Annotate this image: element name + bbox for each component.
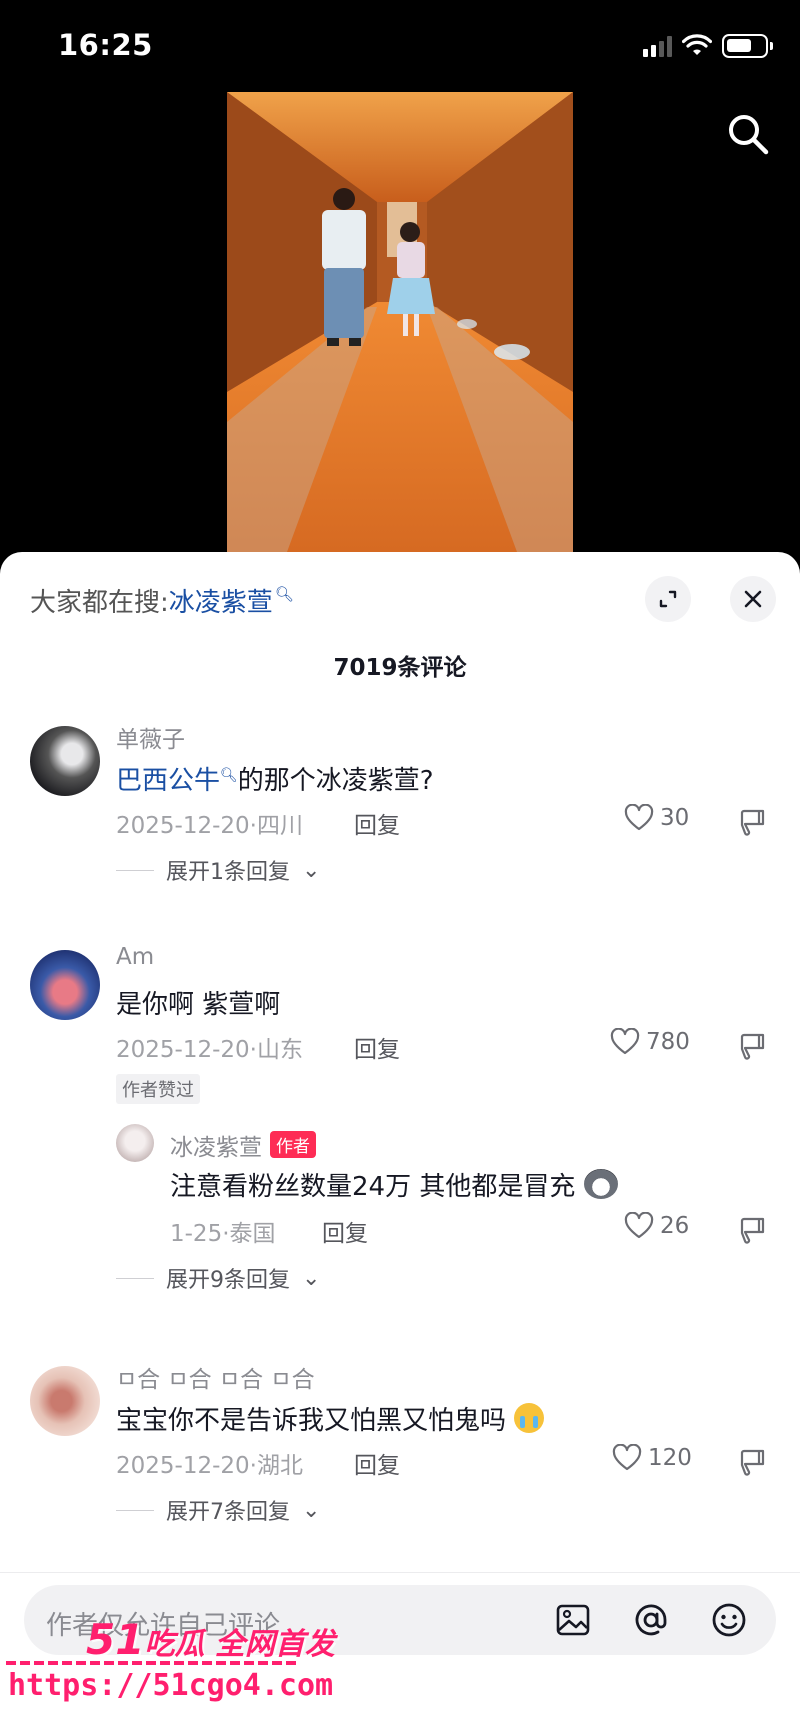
mention-search-icon: 🔍︎ [220, 767, 238, 784]
watermark-divider [6, 1661, 296, 1665]
reply-text-body: 注意看粉丝数量24万 其他都是冒充 [170, 1172, 576, 1202]
chevron-down-icon: ⌄ [302, 1497, 321, 1523]
battery-icon [722, 34, 773, 58]
like-count: 30 [660, 805, 690, 831]
chevron-down-icon: ⌄ [302, 857, 321, 883]
video-frame-image [227, 92, 573, 552]
husky-emoji-icon [583, 1169, 618, 1199]
watermark-logo-text: 吃瓜 全网首发 [144, 1627, 335, 1662]
avatar[interactable] [30, 726, 100, 796]
reply-button[interactable]: 回复 [354, 1030, 400, 1064]
comment-meta: 2025-12-20·山东 [116, 1037, 303, 1063]
comment-meta: 2025-12-20·四川 [116, 813, 303, 839]
like-count: 26 [660, 1213, 690, 1239]
expand-replies-label: 展开9条回复 [166, 1268, 290, 1293]
avatar[interactable] [30, 950, 100, 1020]
watermark-logo: 51吃瓜 全网首发 [86, 1615, 335, 1664]
dislike-icon[interactable] [738, 1032, 766, 1060]
comment-text-body: 宝宝你不是告诉我又怕黑又怕鬼吗 [116, 1406, 507, 1436]
divider [0, 1572, 800, 1573]
reply-avatar[interactable] [116, 1124, 154, 1162]
heart-icon [610, 1028, 640, 1055]
comment-text[interactable]: 宝宝你不是告诉我又怕黑又怕鬼吗 [116, 1400, 545, 1437]
expand-replies-label: 展开7条回复 [166, 1500, 290, 1525]
close-button[interactable] [730, 576, 776, 622]
reply-button[interactable]: 回复 [354, 1446, 400, 1480]
video-player[interactable] [227, 92, 573, 552]
comment-username[interactable]: Am [116, 944, 154, 970]
dislike-icon[interactable] [738, 808, 766, 836]
comment-meta: 2025-12-20·湖北 [116, 1453, 303, 1479]
chevron-down-icon: ⌄ [302, 1265, 321, 1291]
like-button[interactable]: 26 [624, 1212, 689, 1240]
image-icon[interactable] [554, 1601, 592, 1639]
reply-username[interactable]: 冰凌紫萱 作者 [170, 1128, 316, 1162]
like-button[interactable]: 30 [624, 804, 689, 832]
trending-search[interactable]: 大家都在搜: 冰凌紫萱 🔍︎ [30, 582, 294, 619]
expand-replies-button[interactable]: 展开1条回复 ⌄ [116, 854, 320, 886]
comment-username[interactable]: ㅁ合 ㅁ合 ㅁ合 ㅁ合 [116, 1360, 315, 1394]
trending-label: 大家都在搜: [30, 588, 169, 618]
comment-text-body: 的那个冰凌紫萱? [237, 766, 434, 796]
heart-icon [612, 1444, 642, 1471]
like-button[interactable]: 780 [610, 1028, 690, 1056]
like-button[interactable]: 120 [612, 1444, 692, 1472]
signal-icon [643, 35, 672, 57]
reply-text[interactable]: 注意看粉丝数量24万 其他都是冒充 [170, 1166, 618, 1203]
emoji-icon[interactable] [710, 1601, 748, 1639]
comment-text[interactable]: 巴西公牛🔍︎的那个冰凌紫萱? [116, 760, 434, 797]
like-count: 120 [648, 1445, 692, 1471]
watermark-url: https://51cgo4.com [8, 1668, 334, 1703]
heart-icon [624, 1212, 654, 1239]
dislike-icon[interactable] [738, 1448, 766, 1476]
expand-replies-button[interactable]: 展开9条回复 ⌄ [116, 1262, 320, 1294]
wifi-icon [682, 34, 712, 55]
status-bar: 16:25 [0, 0, 800, 90]
watermark-logo-number: 51 [86, 1615, 145, 1664]
reply-button[interactable]: 回复 [322, 1214, 368, 1248]
like-count: 780 [646, 1029, 690, 1055]
heart-icon [624, 804, 654, 831]
at-icon[interactable] [632, 1601, 670, 1639]
author-liked-badge: 作者赞过 [116, 1074, 200, 1104]
comment-username[interactable]: 单薇子 [116, 720, 185, 754]
close-icon [744, 590, 762, 608]
reply-meta: 1-25·泰国 [170, 1221, 276, 1247]
crying-emoji-icon [514, 1403, 545, 1433]
author-tag: 作者 [270, 1131, 316, 1158]
expand-replies-label: 展开1条回复 [166, 860, 290, 885]
dislike-icon[interactable] [738, 1216, 766, 1244]
expand-icon [659, 590, 677, 608]
reply-username-text: 冰凌紫萱 [170, 1135, 262, 1161]
mention-link[interactable]: 巴西公牛 [116, 766, 220, 796]
expand-replies-button[interactable]: 展开7条回复 ⌄ [116, 1494, 320, 1526]
comment-count: 7019条评论 [333, 655, 467, 681]
expand-button[interactable] [645, 576, 691, 622]
trending-search-icon: 🔍︎ [274, 584, 294, 603]
comment-text[interactable]: 是你啊 紫萱啊 [116, 984, 280, 1021]
comment-sheet: 大家都在搜: 冰凌紫萱 🔍︎ 7019条评论 单薇子 巴西公牛🔍︎的那个冰凌紫萱… [0, 552, 800, 1731]
search-icon[interactable] [724, 110, 772, 158]
reply-button[interactable]: 回复 [354, 806, 400, 840]
avatar[interactable] [30, 1366, 100, 1436]
trending-keyword[interactable]: 冰凌紫萱 [169, 582, 273, 619]
status-time: 16:25 [58, 28, 153, 62]
status-icons [643, 34, 773, 58]
